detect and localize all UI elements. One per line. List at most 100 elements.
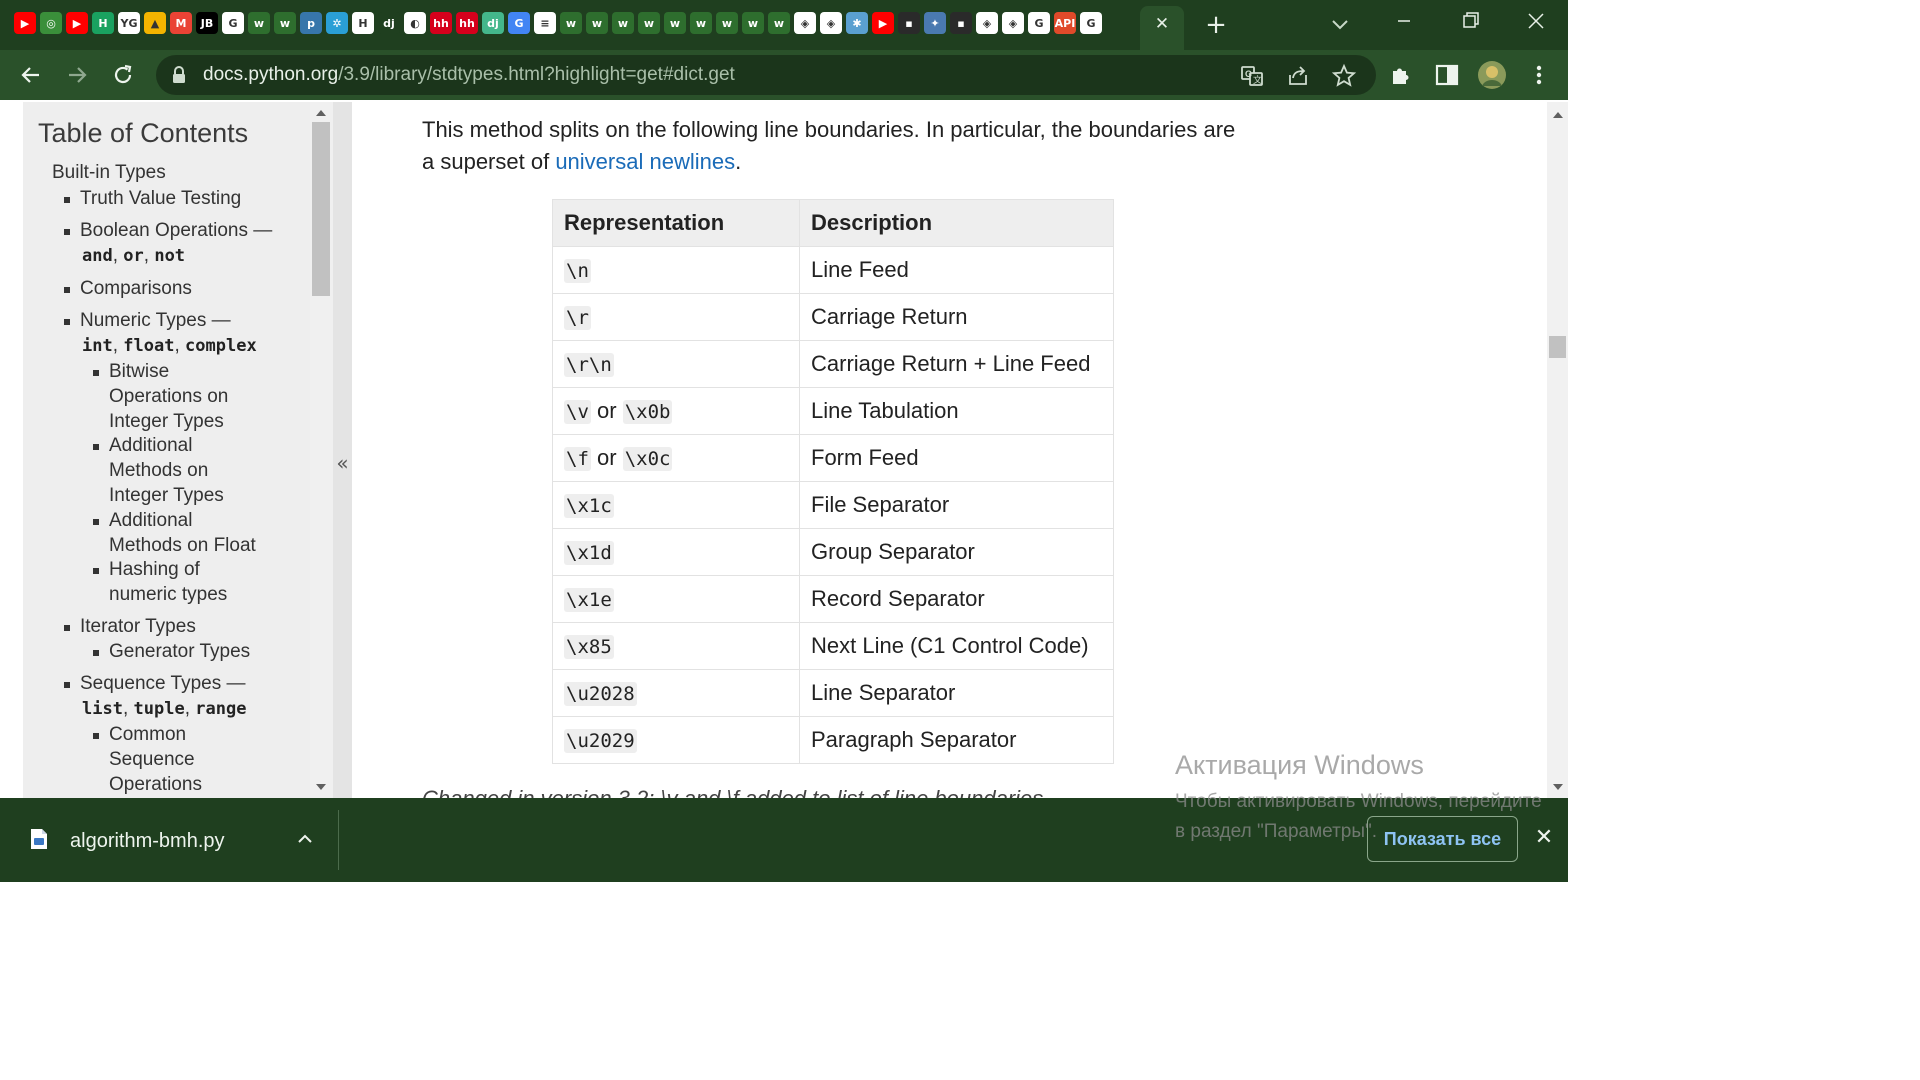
scroll-up-arrow-icon[interactable]: [315, 108, 327, 118]
back-arrow-icon[interactable]: [16, 60, 46, 90]
translate-icon[interactable]: G文: [1239, 63, 1265, 89]
circle-favicon[interactable]: ◎: [40, 12, 62, 34]
docs-favicon[interactable]: ≡: [534, 12, 556, 34]
wordpress-favicon[interactable]: w: [612, 12, 634, 34]
wordpress-favicon[interactable]: w: [690, 12, 712, 34]
lock-icon[interactable]: [172, 66, 186, 84]
address-bar[interactable]: docs.python.org/3.9/library/stdtypes.htm…: [156, 55, 1376, 95]
toc-item[interactable]: Additional Methods on Float: [109, 508, 256, 558]
translate-favicon[interactable]: G: [508, 12, 530, 34]
jetbrains-favicon[interactable]: JB: [196, 12, 218, 34]
google-drive-favicon[interactable]: ▲: [144, 12, 166, 34]
scroll-down-arrow-icon[interactable]: [315, 782, 327, 792]
youtube-favicon[interactable]: ▶: [14, 12, 36, 34]
h-favicon[interactable]: H: [352, 12, 374, 34]
minimize-window-button[interactable]: [1384, 6, 1424, 36]
page-scroll-up-icon[interactable]: [1552, 110, 1564, 120]
toc-code-separator: ,: [122, 698, 134, 719]
bookmark-star-icon[interactable]: [1331, 63, 1357, 89]
reload-icon[interactable]: [108, 60, 138, 90]
toc-item[interactable]: Hashing of numeric types: [109, 557, 227, 607]
table-row: \n Line Feed: [552, 246, 1114, 294]
codepen-favicon[interactable]: ◈: [1002, 12, 1024, 34]
snowflake-favicon[interactable]: ✲: [326, 12, 348, 34]
photo-favicon[interactable]: ✱: [846, 12, 868, 34]
extensions-puzzle-icon[interactable]: [1388, 62, 1414, 88]
line-boundaries-table: Representation Description \n Line Feed \r…: [552, 199, 1114, 764]
wordpress-favicon[interactable]: w: [560, 12, 582, 34]
codepen-favicon[interactable]: ◈: [794, 12, 816, 34]
close-download-bar-icon[interactable]: ✕: [1532, 826, 1556, 850]
toc-item[interactable]: Bitwise Operations on Integer Types: [109, 359, 228, 434]
url-text[interactable]: docs.python.org/3.9/library/stdtypes.htm…: [203, 64, 735, 86]
codepen-favicon[interactable]: ◈: [820, 12, 842, 34]
h-favicon[interactable]: H: [92, 12, 114, 34]
escape-code: \v: [564, 400, 591, 424]
google-favicon[interactable]: G: [222, 12, 244, 34]
watermark-title: Активация Windows: [1175, 750, 1424, 780]
sidebar-scroll-thumb[interactable]: [312, 122, 330, 296]
toc-item[interactable]: Built-in Types: [52, 160, 166, 185]
hh-favicon[interactable]: hh: [456, 12, 478, 34]
toc-item[interactable]: Truth Value Testing: [80, 186, 241, 211]
hh-favicon[interactable]: hh: [430, 12, 452, 34]
toc-bullet: [93, 650, 99, 656]
profile-avatar[interactable]: [1477, 60, 1507, 90]
wordpress-favicon[interactable]: w: [768, 12, 790, 34]
toc-item-label: Sequence Types —: [80, 673, 246, 694]
puzzle-favicon[interactable]: ✦: [924, 12, 946, 34]
show-all-downloads-button[interactable]: Показать все: [1367, 816, 1518, 862]
browser-menu-icon[interactable]: [1526, 62, 1552, 88]
universal-newlines-link[interactable]: universal newlines: [555, 149, 735, 174]
youtube-favicon[interactable]: ▶: [66, 12, 88, 34]
toc-item[interactable]: Boolean Operations — and, or, not: [80, 218, 272, 269]
codepen-favicon[interactable]: ◈: [976, 12, 998, 34]
restore-window-button[interactable]: [1450, 6, 1490, 36]
toc-item[interactable]: Numeric Types — int, float, complex: [80, 308, 257, 359]
close-window-button[interactable]: [1516, 6, 1556, 36]
django-favicon[interactable]: dj: [482, 12, 504, 34]
wordpress-favicon[interactable]: w: [742, 12, 764, 34]
google-favicon[interactable]: G: [1028, 12, 1050, 34]
wordpress-favicon[interactable]: w: [638, 12, 660, 34]
download-file-name[interactable]: algorithm-bmh.py: [70, 830, 225, 853]
dark-favicon[interactable]: ▪: [950, 12, 972, 34]
toc-item[interactable]: Sequence Types — list, tuple, range: [80, 671, 246, 722]
forward-arrow-icon[interactable]: [62, 60, 92, 90]
download-item[interactable]: algorithm-bmh.py: [0, 798, 338, 882]
wordpress-favicon[interactable]: w: [248, 12, 270, 34]
sidebar-scrollbar[interactable]: [310, 102, 333, 798]
globe-favicon[interactable]: ◐: [404, 12, 426, 34]
gmail-favicon[interactable]: M: [170, 12, 192, 34]
close-tab-icon[interactable]: ✕: [1152, 14, 1172, 34]
share-icon[interactable]: [1285, 63, 1311, 89]
toc-item[interactable]: Common Sequence Operations: [109, 722, 202, 797]
youtube-favicon[interactable]: ▶: [872, 12, 894, 34]
dictionary-favicon[interactable]: YG: [118, 12, 140, 34]
active-tab[interactable]: ✕: [1140, 6, 1184, 50]
wordpress-favicon[interactable]: w: [586, 12, 608, 34]
representation-cell: \x1c: [552, 481, 800, 529]
sidebar-collapse-bar[interactable]: «: [333, 102, 352, 798]
toc-item[interactable]: Generator Types: [109, 639, 250, 664]
page-scroll-down-icon[interactable]: [1552, 782, 1564, 792]
python-favicon[interactable]: p: [300, 12, 322, 34]
new-tab-button[interactable]: +: [1200, 10, 1232, 40]
google-favicon[interactable]: G: [1080, 12, 1102, 34]
api-favicon[interactable]: API: [1054, 12, 1076, 34]
page-scroll-thumb[interactable]: [1549, 336, 1566, 358]
tab-search-chevron-icon[interactable]: [1326, 10, 1354, 38]
collapse-sidebar-icon[interactable]: «: [333, 450, 352, 476]
toc-item[interactable]: Comparisons: [80, 276, 192, 301]
wordpress-favicon[interactable]: w: [664, 12, 686, 34]
dark-favicon[interactable]: ▪: [898, 12, 920, 34]
description-cell: Line Separator: [799, 669, 1114, 717]
page-scrollbar[interactable]: [1547, 102, 1568, 798]
download-options-chevron-icon[interactable]: [296, 830, 314, 848]
toc-item[interactable]: Additional Methods on Integer Types: [109, 433, 224, 508]
wordpress-favicon[interactable]: w: [716, 12, 738, 34]
side-panel-icon[interactable]: [1434, 62, 1460, 88]
toc-item[interactable]: Iterator Types: [80, 614, 196, 639]
wordpress-favicon[interactable]: w: [274, 12, 296, 34]
django-favicon[interactable]: dj: [378, 12, 400, 34]
